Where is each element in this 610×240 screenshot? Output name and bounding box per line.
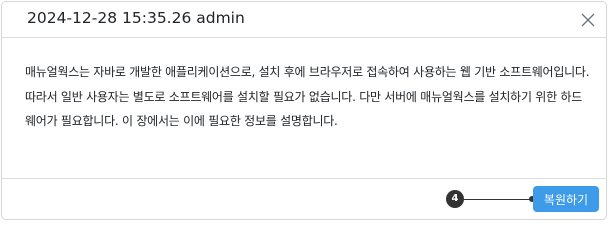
close-icon <box>581 13 595 27</box>
dialog-header: 2024-12-28 15:35.26 admin <box>2 2 606 38</box>
step-badge: 4 <box>446 190 464 208</box>
restore-button[interactable]: 복원하기 <box>533 186 599 212</box>
close-button[interactable] <box>579 11 597 29</box>
dialog-body-text: 매뉴얼웍스는 자바로 개발한 애플리케이션으로, 설치 후에 브라우저로 접속하… <box>25 65 590 128</box>
dialog-title: 2024-12-28 15:35.26 admin <box>27 9 245 27</box>
annotation-connector-line <box>464 198 531 200</box>
